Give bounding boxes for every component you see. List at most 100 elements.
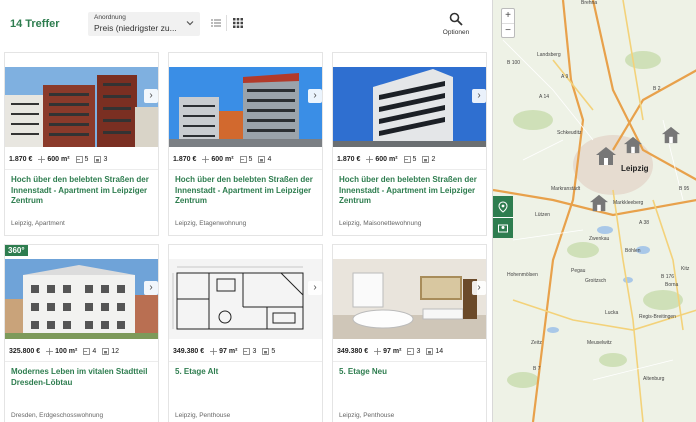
listing-facts: 1.870 € 600 m² 5 2 <box>337 152 484 166</box>
listing-rooms: 5 <box>84 155 89 163</box>
zoom-out-button[interactable]: − <box>502 23 514 37</box>
listing-subtitle: Dresden, Erdgeschosswohnung <box>11 412 104 419</box>
map-tools <box>493 196 513 238</box>
house-marker[interactable] <box>623 136 643 154</box>
chevron-right-icon[interactable]: › <box>308 281 322 295</box>
listing-area: 600 m² <box>47 155 70 163</box>
listing-facts: 325.800 € 100 m² 4 12 <box>9 344 156 358</box>
options-button[interactable]: Optionen <box>440 12 472 36</box>
map-label: Schkeuditz <box>557 130 582 136</box>
bath-icon <box>258 155 266 163</box>
map-label: Regis-Breitingen <box>639 314 676 320</box>
listing-baths: 5 <box>271 347 276 355</box>
list-view-icon[interactable] <box>210 17 222 29</box>
listing-card[interactable]: › 349.380 € 97 m² 3 14 5. Etage Neu Leip… <box>332 244 487 422</box>
listing-rooms: 4 <box>92 347 97 355</box>
listing-area: 100 m² <box>55 347 78 355</box>
listing-baths: 4 <box>267 155 272 163</box>
map-label: Markranstädt <box>551 186 581 192</box>
map-label: Lucka <box>605 310 619 316</box>
map-pin-icon <box>498 200 508 213</box>
rooms-icon <box>239 155 247 163</box>
area-icon <box>38 155 46 163</box>
map-draw-button[interactable] <box>493 196 513 217</box>
map-label: Lützen <box>535 212 551 218</box>
listing-card[interactable]: › 1.870 € 600 m² 5 3 Hoch über den beleb… <box>4 52 159 236</box>
listing-title[interactable]: Hoch über den belebten Straßen der Innen… <box>175 175 316 207</box>
bath-icon <box>422 155 430 163</box>
map-label: B 95 <box>679 186 690 192</box>
listing-baths: 12 <box>111 347 120 355</box>
grid-view-icon[interactable] <box>232 17 244 29</box>
listing-rooms: 3 <box>416 347 421 355</box>
map-label: Pegau <box>571 268 586 274</box>
house-marker[interactable] <box>589 194 609 212</box>
listing-card[interactable]: 360° › 325.800 € 100 m² 4 12 Modernes Le… <box>4 244 159 422</box>
chevron-right-icon[interactable]: › <box>472 281 486 295</box>
listing-baths: 3 <box>103 155 108 163</box>
map-label: Markkleeberg <box>613 200 644 206</box>
map-area-button[interactable] <box>493 217 513 238</box>
listing-title[interactable]: Modernes Leben im vitalen Stadtteil Dres… <box>11 367 152 388</box>
listing-area: 600 m² <box>211 155 234 163</box>
zoom-control: + − <box>501 8 515 38</box>
listing-price: 349.380 € <box>337 347 369 355</box>
chevron-right-icon[interactable]: › <box>472 89 486 103</box>
map-label: Borna <box>665 282 679 288</box>
listing-photo <box>333 67 486 147</box>
listing-subtitle: Leipzig, Maisonettewohnung <box>339 220 422 227</box>
map-label: B 100 <box>507 60 521 66</box>
listing-subtitle: Leipzig, Etagenwohnung <box>175 220 247 227</box>
listing-photo <box>5 259 158 339</box>
zoom-in-button[interactable]: + <box>502 9 514 23</box>
listing-facts: 349.380 € 97 m² 3 14 <box>337 344 484 358</box>
card-divider <box>5 169 158 170</box>
listing-area: 600 m² <box>375 155 398 163</box>
listing-price: 349.380 € <box>173 347 205 355</box>
map-label: Zeitz <box>531 340 542 346</box>
listing-card[interactable]: › 1.870 € 600 m² 5 4 Hoch über den beleb… <box>168 52 323 236</box>
bath-icon <box>94 155 102 163</box>
listing-area: 97 m² <box>383 347 402 355</box>
area-icon <box>374 347 382 355</box>
rooms-icon <box>407 347 415 355</box>
sort-select[interactable]: Anordnung Preis (niedrigster zu... <box>88 12 200 36</box>
listing-title[interactable]: Hoch über den belebten Straßen der Innen… <box>339 175 480 207</box>
area-icon <box>210 347 218 355</box>
listing-rooms: 5 <box>412 155 417 163</box>
chevron-right-icon[interactable]: › <box>144 281 158 295</box>
card-divider <box>169 169 322 170</box>
listing-rooms: 5 <box>248 155 253 163</box>
area-icon <box>202 155 210 163</box>
map-label: Groitzsch <box>585 278 607 284</box>
listing-title[interactable]: 5. Etage Neu <box>339 367 480 378</box>
listing-rooms: 3 <box>252 347 257 355</box>
bath-icon <box>262 347 270 355</box>
listing-title[interactable]: Hoch über den belebten Straßen der Innen… <box>11 175 152 207</box>
map-label: B 7 <box>533 366 541 372</box>
card-divider <box>169 361 322 362</box>
house-marker[interactable] <box>595 146 617 166</box>
chevron-right-icon[interactable]: › <box>144 89 158 103</box>
listing-area: 97 m² <box>219 347 238 355</box>
map-label: Altenburg <box>643 376 665 382</box>
map-panel[interactable]: + − Brehna Landsberg B 100 A 9 A 14 Schk… <box>492 0 696 422</box>
chevron-right-icon[interactable]: › <box>308 89 322 103</box>
map-city-label: Leipzig <box>621 164 649 173</box>
listing-facts: 349.380 € 97 m² 3 5 <box>173 344 320 358</box>
map-label: Brehna <box>581 0 598 6</box>
map-label: A 38 <box>639 220 650 226</box>
house-marker[interactable] <box>661 126 681 144</box>
map-label: Meuselwitz <box>587 340 612 346</box>
map-label: Böhlen <box>625 248 641 254</box>
listing-price: 325.800 € <box>9 347 41 355</box>
listing-card[interactable]: › 1.870 € 600 m² 5 2 Hoch über den beleb… <box>332 52 487 236</box>
listing-title[interactable]: 5. Etage Alt <box>175 367 316 378</box>
listing-subtitle: Leipzig, Apartment <box>11 220 65 227</box>
chevron-down-icon <box>186 21 194 26</box>
listing-baths: 2 <box>431 155 436 163</box>
options-label: Optionen <box>442 29 470 36</box>
listing-card[interactable]: › 349.380 € 97 m² 3 5 5. Etage Alt Leipz… <box>168 244 323 422</box>
bath-icon <box>426 347 434 355</box>
listing-price: 1.870 € <box>9 155 33 163</box>
